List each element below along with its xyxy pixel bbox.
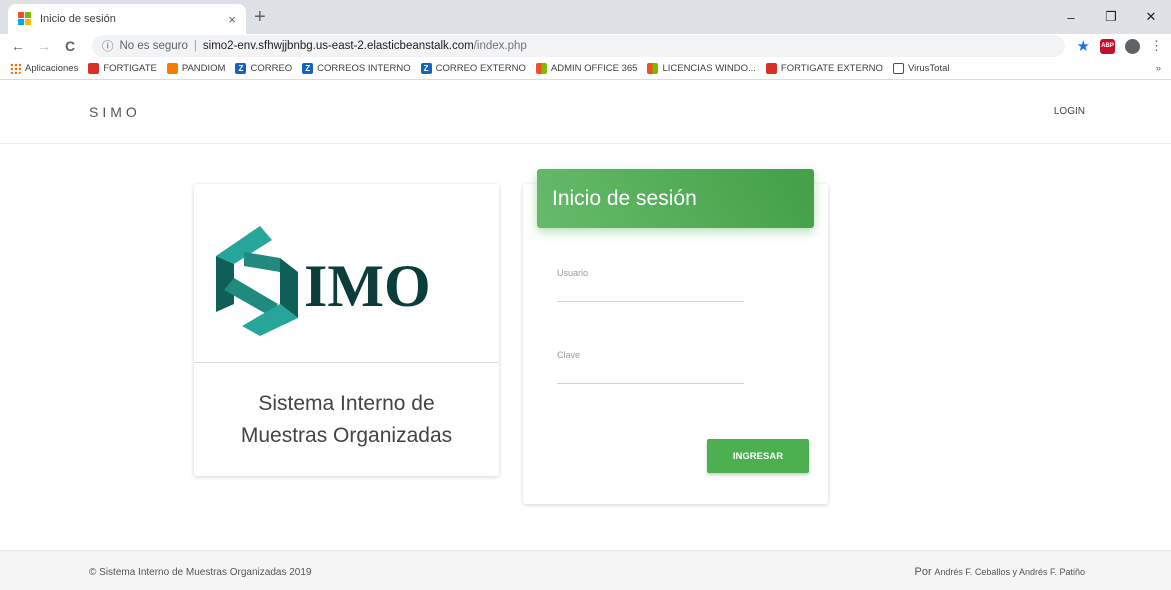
footer-copyright: © Sistema Interno de Muestras Organizada… [89,566,312,578]
bookmark-label: LICENCIAS WINDO... [662,63,756,74]
bookmark-label: CORREO EXTERNO [435,63,526,74]
bookmark-fortigate-externo[interactable]: FORTIGATE EXTERNO [765,63,883,74]
bookmark-label: CORREOS INTERNO [317,63,411,74]
login-card: Inicio de sesión Usuario Clave INGRESAR [523,169,828,504]
page-content: SIMO LOGIN IMO Sistema Interno de Muestr… [0,80,1171,590]
caption-line-1: Sistema Interno de [258,392,435,415]
bookmark-label: ADMIN OFFICE 365 [550,63,638,74]
password-label: Clave [557,350,581,360]
toolbar-right-icons: ★ ABP ⋮ [1077,37,1163,55]
site-favicon-icon [18,12,32,26]
bookmark-label: CORREO [250,63,293,74]
microsoft-icon [647,63,659,74]
bookmark-label: Aplicaciones [25,63,79,74]
user-input[interactable] [557,282,744,302]
site-navbar: SIMO LOGIN [0,80,1171,144]
bookmark-correos-interno[interactable]: Z CORREOS INTERNO [302,63,411,74]
system-caption: Sistema Interno de Muestras Organizadas [194,388,499,452]
password-field: Clave [557,350,744,384]
url-separator: | [193,40,197,52]
minimize-button[interactable]: – [1051,10,1091,25]
adblock-icon[interactable]: ABP [1100,38,1115,54]
close-window-button[interactable]: ✕ [1131,9,1171,25]
restore-button[interactable]: ❐ [1091,9,1131,25]
bookmark-star-icon[interactable]: ★ [1077,37,1090,55]
bookmark-label: PANDIOM [181,63,226,74]
login-link[interactable]: LOGIN [1054,106,1085,117]
simo-logo-icon: IMO [216,226,431,336]
tab-close-icon[interactable]: × [228,12,236,27]
bookmark-virustotal[interactable]: VirusTotal [892,63,950,74]
bookmarks-overflow-icon[interactable]: » [1156,63,1161,74]
new-tab-button[interactable]: + [254,4,266,30]
simo-logo: IMO [194,184,499,363]
fortigate-icon [765,63,777,74]
url-host: simo2-env.sfhwjjbnbg.us-east-2.elasticbe… [202,40,474,52]
login-card-header: Inicio de sesión [537,169,814,228]
logo-card: IMO Sistema Interno de Muestras Organiza… [194,184,499,476]
caption-line-2: Muestras Organizadas [240,424,453,447]
bookmark-pandiom[interactable]: PANDIOM [166,63,226,74]
bookmark-label: FORTIGATE EXTERNO [780,63,883,74]
browser-tab-bar: Inicio de sesión × + – ❐ ✕ [0,0,1171,34]
microsoft-icon [535,63,547,74]
tab-title: Inicio de sesión [40,13,116,25]
footer-authors: Por Andrés F. Ceballos y Andrés F. Patiñ… [915,566,1086,578]
pandiom-icon [166,63,178,74]
back-button[interactable]: ← [8,38,28,54]
ingresar-button[interactable]: INGRESAR [707,439,809,473]
virustotal-icon [892,63,904,74]
bookmark-apps[interactable]: Aplicaciones [10,63,78,74]
address-bar[interactable]: ⓘ No es seguro | simo2-env.sfhwjjbnbg.us… [92,35,1065,57]
logo-text: IMO [304,253,431,319]
user-field: Usuario [557,268,744,302]
bookmark-correo-externo[interactable]: Z CORREO EXTERNO [420,63,526,74]
apps-icon [10,63,21,74]
window-controls: – ❐ ✕ [1051,0,1171,34]
footer-authors-prefix: Por [914,566,932,578]
info-icon[interactable]: ⓘ [102,38,114,54]
bookmark-correo[interactable]: Z CORREO [235,63,292,74]
zimbra-icon: Z [235,63,247,74]
browser-toolbar: ← → C ⓘ No es seguro | simo2-env.sfhwjjb… [0,34,1171,58]
footer-authors-names: Andrés F. Ceballos y Andrés F. Patiño [934,567,1085,577]
site-brand[interactable]: SIMO [89,104,141,120]
browser-tab[interactable]: Inicio de sesión × [8,4,246,34]
zimbra-icon: Z [302,63,314,74]
bookmark-label: FORTIGATE [103,63,157,74]
user-label: Usuario [557,268,589,278]
site-footer: © Sistema Interno de Muestras Organizada… [0,550,1171,590]
bookmark-admin-office[interactable]: ADMIN OFFICE 365 [535,63,638,74]
bookmark-licencias[interactable]: LICENCIAS WINDO... [647,63,756,74]
url-path: /index.php [473,40,527,52]
zimbra-icon: Z [420,63,432,74]
password-input[interactable] [557,364,744,384]
reload-button[interactable]: C [60,38,80,54]
forward-button[interactable]: → [34,38,54,54]
bookmark-fortigate[interactable]: FORTIGATE [88,63,157,74]
bookmark-label: VirusTotal [907,63,950,74]
security-status: No es seguro [119,40,188,52]
profile-avatar-icon[interactable] [1125,38,1140,54]
menu-kebab-icon[interactable]: ⋮ [1150,38,1163,54]
fortigate-icon [88,63,100,74]
bookmarks-bar: Aplicaciones FORTIGATE PANDIOM Z CORREO Z… [0,58,1171,80]
